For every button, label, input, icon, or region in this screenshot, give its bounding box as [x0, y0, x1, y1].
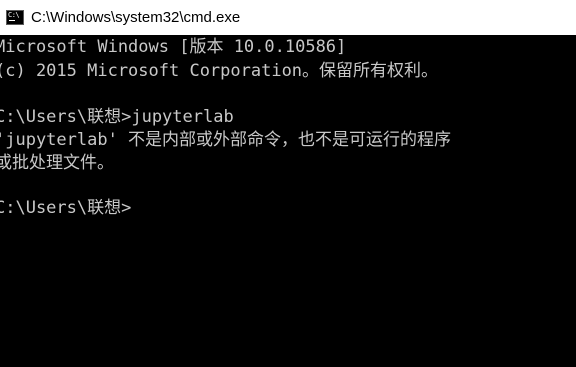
- console-line-version: Microsoft Windows [版本 10.0.10586]: [0, 37, 347, 57]
- cmd-window: C:\Windows\system32\cmd.exe Microsoft Wi…: [0, 0, 576, 367]
- cmd-console-icon[interactable]: [6, 10, 24, 25]
- window-title: C:\Windows\system32\cmd.exe: [31, 9, 241, 26]
- title-bar[interactable]: C:\Windows\system32\cmd.exe: [0, 0, 576, 35]
- console-line-copyright: (c) 2015 Microsoft Corporation。保留所有权利。: [0, 61, 439, 81]
- console-line-command: C:\Users\联想>jupyterlab: [0, 107, 234, 127]
- console-prompt[interactable]: C:\Users\联想>: [0, 197, 131, 219]
- console-line-error-continued: 或批处理文件。: [0, 153, 114, 173]
- console-output[interactable]: Microsoft Windows [版本 10.0.10586] (c) 20…: [0, 36, 576, 367]
- console-line-error: 'jupyterlab' 不是内部或外部命令，也不是可运行的程序: [0, 130, 452, 150]
